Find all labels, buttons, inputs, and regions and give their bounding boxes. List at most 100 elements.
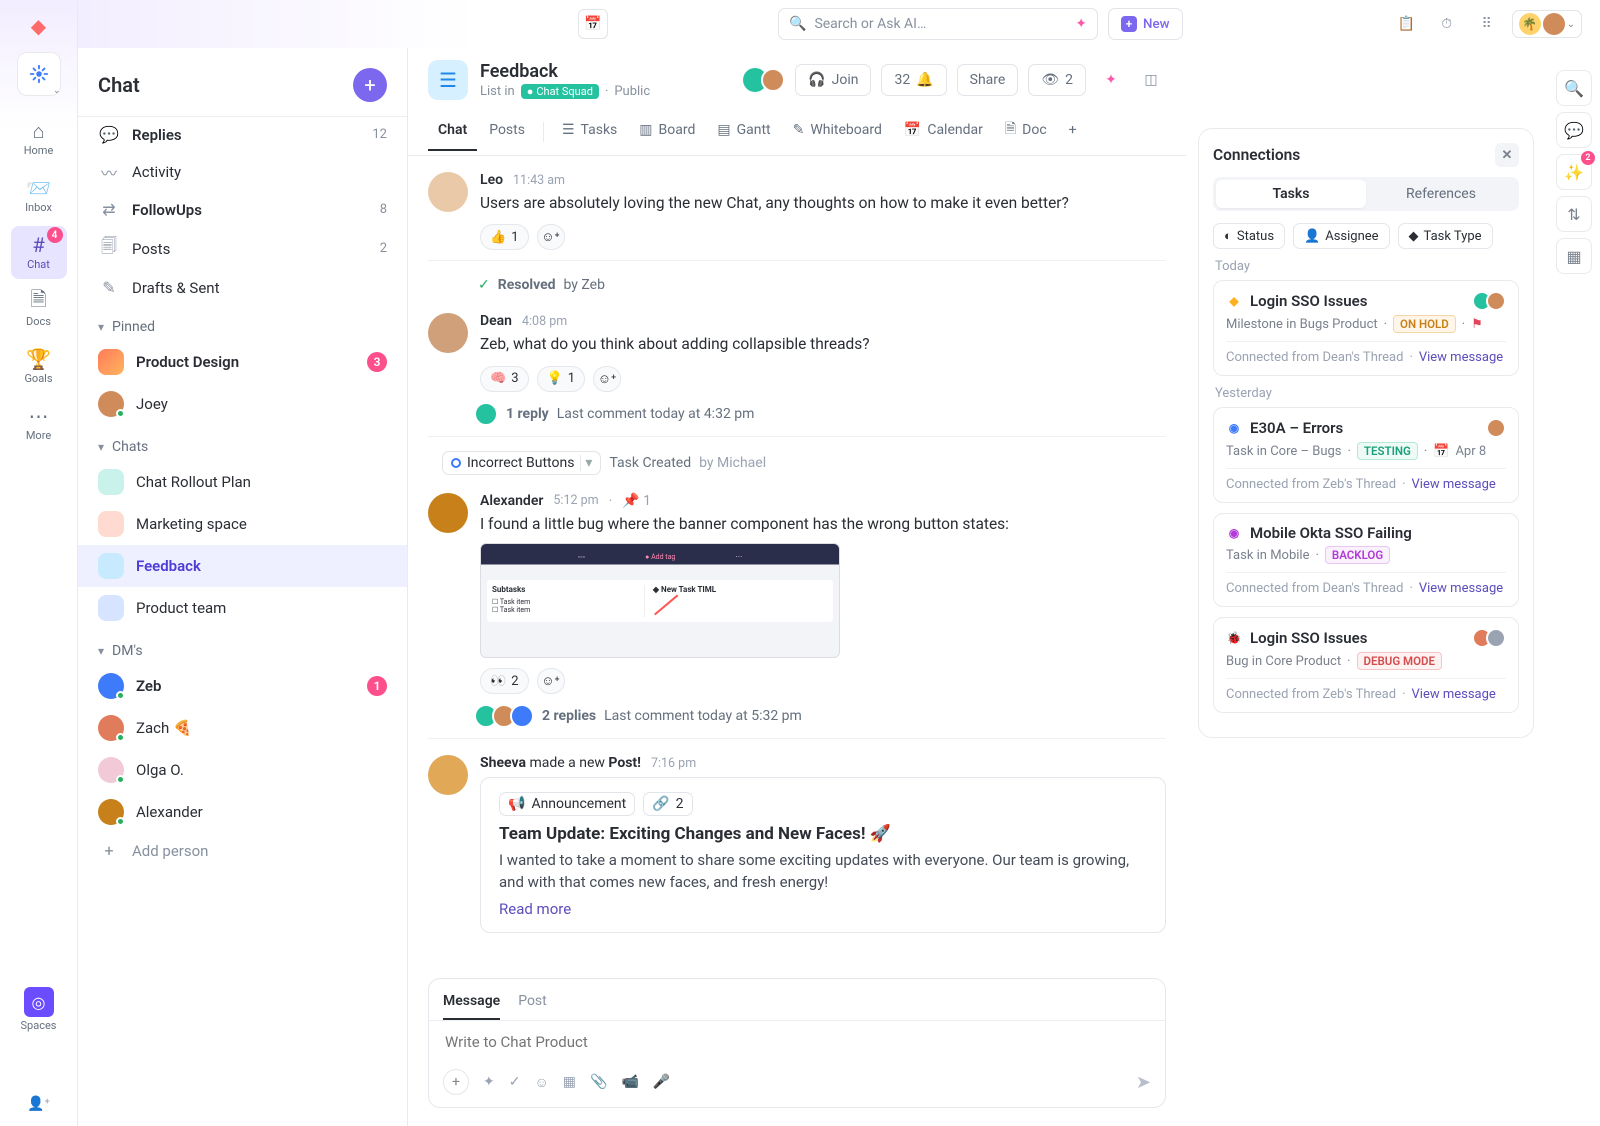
- post-card[interactable]: 📢Announcement 🔗2 Team Update: Exciting C…: [480, 777, 1166, 933]
- sidebar-followups[interactable]: ⇄FollowUps8: [78, 192, 407, 227]
- tab-tasks[interactable]: Tasks: [1216, 180, 1366, 208]
- new-button[interactable]: + New: [1108, 8, 1183, 40]
- attachment-chip[interactable]: 🔗2: [643, 792, 692, 816]
- timer-icon[interactable]: ⏱: [1432, 9, 1462, 39]
- sidebar-drafts[interactable]: ✎Drafts & Sent: [78, 270, 407, 305]
- reaction[interactable]: 🧠3: [480, 366, 529, 392]
- ai-icon[interactable]: ✦: [1096, 65, 1126, 95]
- nav-spaces[interactable]: ◎ Spaces: [21, 987, 57, 1032]
- attach-button[interactable]: +: [443, 1069, 469, 1095]
- send-button[interactable]: ➤: [1136, 1072, 1151, 1093]
- sidebar-posts[interactable]: 🗐Posts2: [78, 227, 407, 270]
- paperclip-icon[interactable]: 📎: [590, 1074, 607, 1090]
- connection-card[interactable]: ◉E30A – Errors Task in Core – Bugs·TESTI…: [1213, 407, 1519, 503]
- section-pinned[interactable]: ▾Pinned: [78, 305, 407, 341]
- gif-icon[interactable]: ▦: [563, 1074, 576, 1090]
- view-message-link[interactable]: View message: [1412, 687, 1496, 702]
- layout-icon[interactable]: ◫: [1136, 65, 1166, 95]
- composer-input[interactable]: [429, 1020, 1165, 1063]
- close-icon[interactable]: ✕: [1495, 143, 1519, 167]
- task-chip[interactable]: Incorrect Buttons▾: [442, 451, 601, 475]
- apps-icon[interactable]: ▦: [1556, 238, 1592, 274]
- view-calendar[interactable]: 📅Calendar: [894, 112, 993, 151]
- view-posts[interactable]: Posts: [479, 112, 535, 151]
- filter-status[interactable]: ◐Status: [1213, 223, 1285, 249]
- profile-menu[interactable]: 🌴 ⌄: [1512, 10, 1582, 38]
- add-reaction[interactable]: ☺⁺: [537, 224, 565, 250]
- composer-tab-post[interactable]: Post: [518, 985, 547, 1020]
- ai-icon[interactable]: ✨2: [1556, 154, 1592, 190]
- reaction[interactable]: 💡1: [537, 366, 586, 392]
- video-icon[interactable]: 📹: [621, 1074, 638, 1090]
- reaction[interactable]: 👍1: [480, 224, 529, 250]
- ai-icon[interactable]: ✦: [483, 1074, 495, 1090]
- add-reaction[interactable]: ☺⁺: [593, 366, 621, 392]
- connection-card[interactable]: ◉Mobile Okta SSO Failing Task in Mobile·…: [1213, 513, 1519, 607]
- nav-goals[interactable]: 🏆Goals: [11, 340, 67, 393]
- nav-more[interactable]: ⋯More: [11, 397, 67, 450]
- composer-tab-message[interactable]: Message: [443, 985, 500, 1020]
- add-person[interactable]: +Add person: [78, 833, 407, 868]
- squad-chip[interactable]: ● Chat Squad: [521, 84, 599, 99]
- sync-icon[interactable]: ⇅: [1556, 196, 1592, 232]
- reaction[interactable]: 👀2: [480, 668, 529, 694]
- dm-item[interactable]: Alexander: [78, 791, 407, 833]
- watchers-button[interactable]: 👁2: [1028, 64, 1086, 96]
- search-bar[interactable]: 🔍 Search or Ask AI… ✦: [778, 8, 1098, 40]
- dm-item[interactable]: Zach 🍕: [78, 707, 407, 749]
- read-more-link[interactable]: Read more: [499, 900, 1147, 918]
- comments-icon[interactable]: 💬: [1556, 112, 1592, 148]
- view-doc[interactable]: 🗎Doc: [995, 108, 1057, 155]
- view-board[interactable]: ▥Board: [629, 112, 705, 151]
- new-chat-button[interactable]: +: [353, 68, 387, 102]
- view-gantt[interactable]: ▤Gantt: [707, 112, 780, 151]
- chat-item[interactable]: Product team: [78, 587, 407, 629]
- join-button[interactable]: 🎧Join: [795, 64, 871, 96]
- chat-item[interactable]: Marketing space: [78, 503, 407, 545]
- image-attachment[interactable]: ◦◦◦● Add tag⋯ Subtasks☐ Task item☐ Task …: [480, 543, 840, 658]
- nav-chat[interactable]: #Chat4: [11, 226, 67, 279]
- dm-item[interactable]: Olga O.: [78, 749, 407, 791]
- thread-summary[interactable]: 2 repliesLast comment today at 5:32 pm: [480, 704, 1166, 728]
- ai-icon[interactable]: ✦: [1075, 16, 1087, 32]
- emoji-icon[interactable]: ☺: [534, 1074, 548, 1091]
- nav-docs[interactable]: 🗎Docs: [11, 283, 67, 336]
- tab-references[interactable]: References: [1366, 180, 1516, 208]
- app-logo[interactable]: ◆: [21, 8, 57, 44]
- mic-icon[interactable]: 🎤: [653, 1074, 670, 1090]
- search-icon[interactable]: 🔍: [1556, 70, 1592, 106]
- invite-icon[interactable]: 👤⁺: [27, 1096, 50, 1112]
- chat-item-feedback[interactable]: Feedback: [78, 545, 407, 587]
- nav-home[interactable]: ⌂Home: [11, 112, 67, 165]
- view-message-link[interactable]: View message: [1419, 350, 1503, 365]
- view-message-link[interactable]: View message: [1412, 477, 1496, 492]
- view-tasks[interactable]: ☰Tasks: [552, 112, 627, 151]
- add-view[interactable]: +: [1059, 112, 1087, 151]
- chat-item[interactable]: Chat Rollout Plan: [78, 461, 407, 503]
- section-chats[interactable]: ▾Chats: [78, 425, 407, 461]
- member-count[interactable]: 32🔔: [881, 64, 946, 96]
- section-dms[interactable]: ▾DM's: [78, 629, 407, 665]
- member-avatars[interactable]: [743, 68, 785, 92]
- sidebar-activity[interactable]: 〰Activity: [78, 152, 407, 192]
- calendar-icon[interactable]: 📅: [578, 9, 608, 39]
- view-message-link[interactable]: View message: [1419, 581, 1503, 596]
- filter-assignee[interactable]: 👤Assignee: [1293, 223, 1390, 249]
- apps-icon[interactable]: ⠿: [1472, 9, 1502, 39]
- chevron-down-icon[interactable]: ▾: [580, 455, 592, 471]
- task-icon[interactable]: ✓: [509, 1074, 521, 1090]
- share-button[interactable]: Share: [957, 64, 1019, 96]
- connection-card[interactable]: ◆Login SSO Issues Milestone in Bugs Prod…: [1213, 280, 1519, 376]
- pinned-item[interactable]: Joey: [78, 383, 407, 425]
- view-whiteboard[interactable]: ✎Whiteboard: [783, 112, 892, 151]
- sidebar-replies[interactable]: 💬Replies12: [78, 117, 407, 152]
- pinned-item[interactable]: Product Design3: [78, 341, 407, 383]
- filter-tasktype[interactable]: ◆Task Type: [1398, 223, 1493, 249]
- clipboard-icon[interactable]: 📋: [1392, 9, 1422, 39]
- workspace-switcher[interactable]: ⌄: [17, 52, 61, 96]
- nav-inbox[interactable]: 📨Inbox: [11, 169, 67, 222]
- thread-summary[interactable]: 1 replyLast comment today at 4:32 pm: [480, 402, 1166, 426]
- view-chat[interactable]: Chat: [428, 112, 477, 151]
- add-reaction[interactable]: ☺⁺: [537, 668, 565, 694]
- connection-card[interactable]: 🐞Login SSO Issues Bug in Core Product·DE…: [1213, 617, 1519, 713]
